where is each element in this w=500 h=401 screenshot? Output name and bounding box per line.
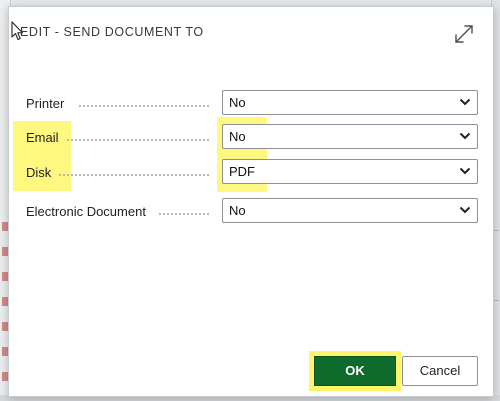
ok-button[interactable]: OK <box>314 356 396 386</box>
chevron-down-icon <box>459 167 471 175</box>
cancel-button[interactable]: Cancel <box>402 356 478 386</box>
email-select[interactable]: No <box>222 124 478 149</box>
disk-value: PDF <box>229 164 255 179</box>
leader-dots <box>67 139 209 141</box>
leader-dots <box>159 213 209 215</box>
disk-select[interactable]: PDF <box>222 159 478 184</box>
printer-label: Printer <box>26 96 65 111</box>
email-label: Email <box>26 130 59 145</box>
expand-icon[interactable] <box>453 23 475 45</box>
printer-value: No <box>229 95 246 110</box>
email-value: No <box>229 129 246 144</box>
chevron-down-icon <box>459 98 471 106</box>
leader-dots <box>79 105 209 107</box>
chevron-down-icon <box>459 132 471 140</box>
chevron-down-icon <box>459 206 471 214</box>
electronic-document-label: Electronic Document <box>26 204 146 219</box>
send-document-dialog: EDIT - SEND DOCUMENT TO Printer No Email… <box>8 6 494 397</box>
leader-dots <box>59 174 209 176</box>
dialog-title: EDIT - SEND DOCUMENT TO <box>20 25 204 39</box>
disk-row: Disk PDF <box>9 159 495 187</box>
printer-select[interactable]: No <box>222 90 478 115</box>
printer-row: Printer No <box>9 90 495 118</box>
email-row: Email No <box>9 124 495 152</box>
electronic-document-value: No <box>229 203 246 218</box>
electronic-document-row: Electronic Document No <box>9 198 495 226</box>
electronic-document-select[interactable]: No <box>222 198 478 223</box>
disk-label: Disk <box>26 165 52 180</box>
